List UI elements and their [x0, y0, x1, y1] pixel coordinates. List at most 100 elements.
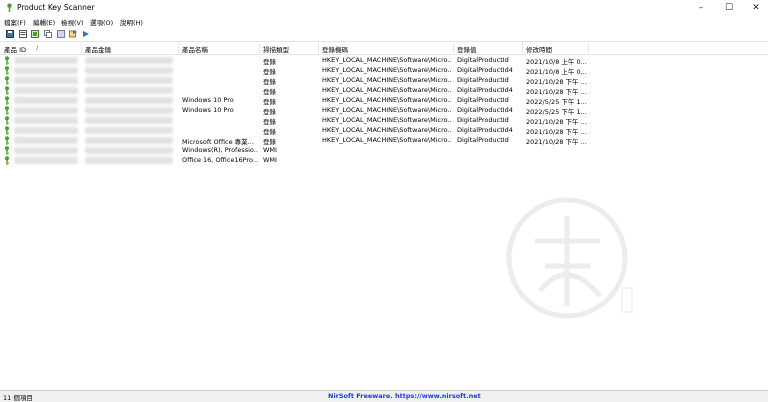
table-row[interactable]: 登錄 HKEY_LOCAL_MACHINE\Software\Micro... …	[0, 125, 590, 136]
registry-key: HKEY_LOCAL_MACHINE\Software\Micro...	[322, 56, 452, 64]
toolbar	[0, 27, 768, 42]
green-key-icon	[4, 126, 10, 135]
registry-key: HKEY_LOCAL_MACHINE\Software\Micro...	[322, 86, 452, 94]
scan-type: WMI	[263, 146, 277, 154]
redacted-product-key	[85, 97, 173, 104]
green-key-icon	[4, 86, 10, 95]
window-title: Product Key Scanner	[17, 3, 95, 12]
registry-value: DigitalProductId4	[457, 86, 513, 94]
registry-value: DigitalProductId	[457, 136, 509, 144]
save-icon[interactable]	[6, 30, 14, 38]
scan-type: WMI	[263, 156, 277, 164]
redacted-product-key	[85, 77, 173, 84]
redacted-product-id	[14, 127, 78, 134]
maximize-button[interactable]: ☐	[715, 0, 743, 16]
redacted-product-id	[14, 67, 78, 74]
product-list: 登錄 HKEY_LOCAL_MACHINE\Software\Micro... …	[0, 55, 768, 390]
table-row[interactable]: 登錄 HKEY_LOCAL_MACHINE\Software\Micro... …	[0, 65, 590, 76]
redacted-product-id	[14, 137, 78, 144]
redacted-product-id	[14, 147, 78, 154]
redacted-product-key	[85, 127, 173, 134]
refresh-icon[interactable]	[69, 30, 77, 38]
redacted-product-key	[85, 107, 173, 114]
column-modified-time[interactable]: 修改時間	[526, 44, 552, 54]
green-key-icon	[4, 96, 10, 105]
registry-key: HKEY_LOCAL_MACHINE\Software\Micro...	[322, 106, 452, 114]
green-key-icon	[4, 76, 10, 85]
green-key-icon	[4, 146, 10, 155]
registry-value: DigitalProductId	[457, 76, 509, 84]
table-row[interactable]: 登錄 HKEY_LOCAL_MACHINE\Software\Micro... …	[0, 115, 590, 126]
exit-icon[interactable]	[82, 30, 90, 38]
minimize-button[interactable]: –	[687, 0, 715, 16]
registry-key: HKEY_LOCAL_MACHINE\Software\Micro...	[322, 76, 452, 84]
product-name: Windows 10 Pro	[182, 106, 234, 114]
html-report-icon[interactable]	[31, 30, 39, 38]
column-scan-type[interactable]: 掃描類型	[263, 44, 289, 54]
column-registry-key[interactable]: 登錄機碼	[322, 44, 348, 54]
column-product-id[interactable]: 產品 ID	[4, 44, 26, 54]
green-key-icon	[4, 106, 10, 115]
redacted-product-id	[14, 107, 78, 114]
list-header: 產品 ID / 產品金鑰 產品名稱 掃描類型 登錄機碼 登錄值 修改時間	[0, 42, 768, 55]
menu-bar: 檔案(F) 編輯(E) 檢視(V) 選項(O) 說明(H)	[0, 16, 768, 27]
product-name: Office 16, Office16Pro...	[182, 156, 258, 164]
title-bar: Product Key Scanner – ☐ ✕	[0, 0, 768, 16]
redacted-product-id	[14, 87, 78, 94]
registry-key: HKEY_LOCAL_MACHINE\Software\Micro...	[322, 126, 452, 134]
redacted-product-key	[85, 117, 173, 124]
key-icon	[7, 3, 12, 12]
status-bar: 11 個項目 NirSoft Freeware. https://www.nir…	[0, 390, 768, 402]
menu-options[interactable]: 選項(O)	[90, 17, 113, 27]
redacted-product-key	[85, 147, 173, 154]
column-product-key[interactable]: 產品金鑰	[85, 44, 111, 54]
registry-value: DigitalProductId4	[457, 66, 513, 74]
registry-key: HKEY_LOCAL_MACHINE\Software\Micro...	[322, 96, 452, 104]
redacted-product-key	[85, 57, 173, 64]
registry-value: DigitalProductId4	[457, 106, 513, 114]
watermark-logo-icon	[506, 197, 633, 319]
redacted-product-id	[14, 157, 78, 164]
table-row[interactable]: 登錄 HKEY_LOCAL_MACHINE\Software\Micro... …	[0, 75, 590, 86]
select-all-icon[interactable]	[57, 30, 65, 38]
table-row[interactable]: Windows 10 Pro 登錄 HKEY_LOCAL_MACHINE\Sof…	[0, 95, 590, 106]
copy-icon[interactable]	[44, 30, 52, 38]
menu-file[interactable]: 檔案(F)	[4, 17, 26, 27]
green-key-icon	[4, 136, 10, 145]
product-name: Windows 10 Pro	[182, 96, 234, 104]
redacted-product-id	[14, 57, 78, 64]
green-key-icon	[4, 116, 10, 125]
redacted-product-key	[85, 137, 173, 144]
registry-value: DigitalProductId	[457, 116, 509, 124]
nirsoft-link[interactable]: NirSoft Freeware. https://www.nirsoft.ne…	[328, 392, 481, 400]
redacted-product-id	[14, 77, 78, 84]
properties-icon[interactable]	[19, 30, 27, 38]
redacted-product-key	[85, 87, 173, 94]
redacted-product-id	[14, 97, 78, 104]
green-key-icon	[4, 156, 10, 165]
menu-edit[interactable]: 編輯(E)	[33, 17, 55, 27]
green-key-icon	[4, 56, 10, 65]
table-row[interactable]: Windows(R), Professio... WMI	[0, 145, 590, 155]
redacted-product-key	[85, 157, 173, 164]
table-row[interactable]: Office 16, Office16Pro... WMI	[0, 155, 590, 165]
product-name: Windows(R), Professio...	[182, 146, 258, 154]
registry-key: HKEY_LOCAL_MACHINE\Software\Micro...	[322, 116, 452, 124]
menu-help[interactable]: 說明(H)	[120, 17, 143, 27]
sort-indicator-icon: /	[36, 44, 39, 52]
table-row[interactable]: 登錄 HKEY_LOCAL_MACHINE\Software\Micro... …	[0, 55, 590, 66]
column-registry-value[interactable]: 登錄值	[457, 44, 477, 54]
table-row[interactable]: Microsoft Office 專業... 登錄 HKEY_LOCAL_MAC…	[0, 135, 590, 146]
registry-value: DigitalProductId	[457, 56, 509, 64]
registry-key: HKEY_LOCAL_MACHINE\Software\Micro...	[322, 66, 452, 74]
redacted-product-id	[14, 117, 78, 124]
registry-key: HKEY_LOCAL_MACHINE\Software\Micro...	[322, 136, 452, 144]
column-product-name[interactable]: 產品名稱	[182, 44, 208, 54]
table-row[interactable]: Windows 10 Pro 登錄 HKEY_LOCAL_MACHINE\Sof…	[0, 105, 590, 116]
table-row[interactable]: 登錄 HKEY_LOCAL_MACHINE\Software\Micro... …	[0, 85, 590, 96]
registry-value: DigitalProductId	[457, 96, 509, 104]
menu-view[interactable]: 檢視(V)	[61, 17, 84, 27]
green-key-icon	[4, 66, 10, 75]
redacted-product-key	[85, 67, 173, 74]
close-button[interactable]: ✕	[742, 0, 768, 16]
